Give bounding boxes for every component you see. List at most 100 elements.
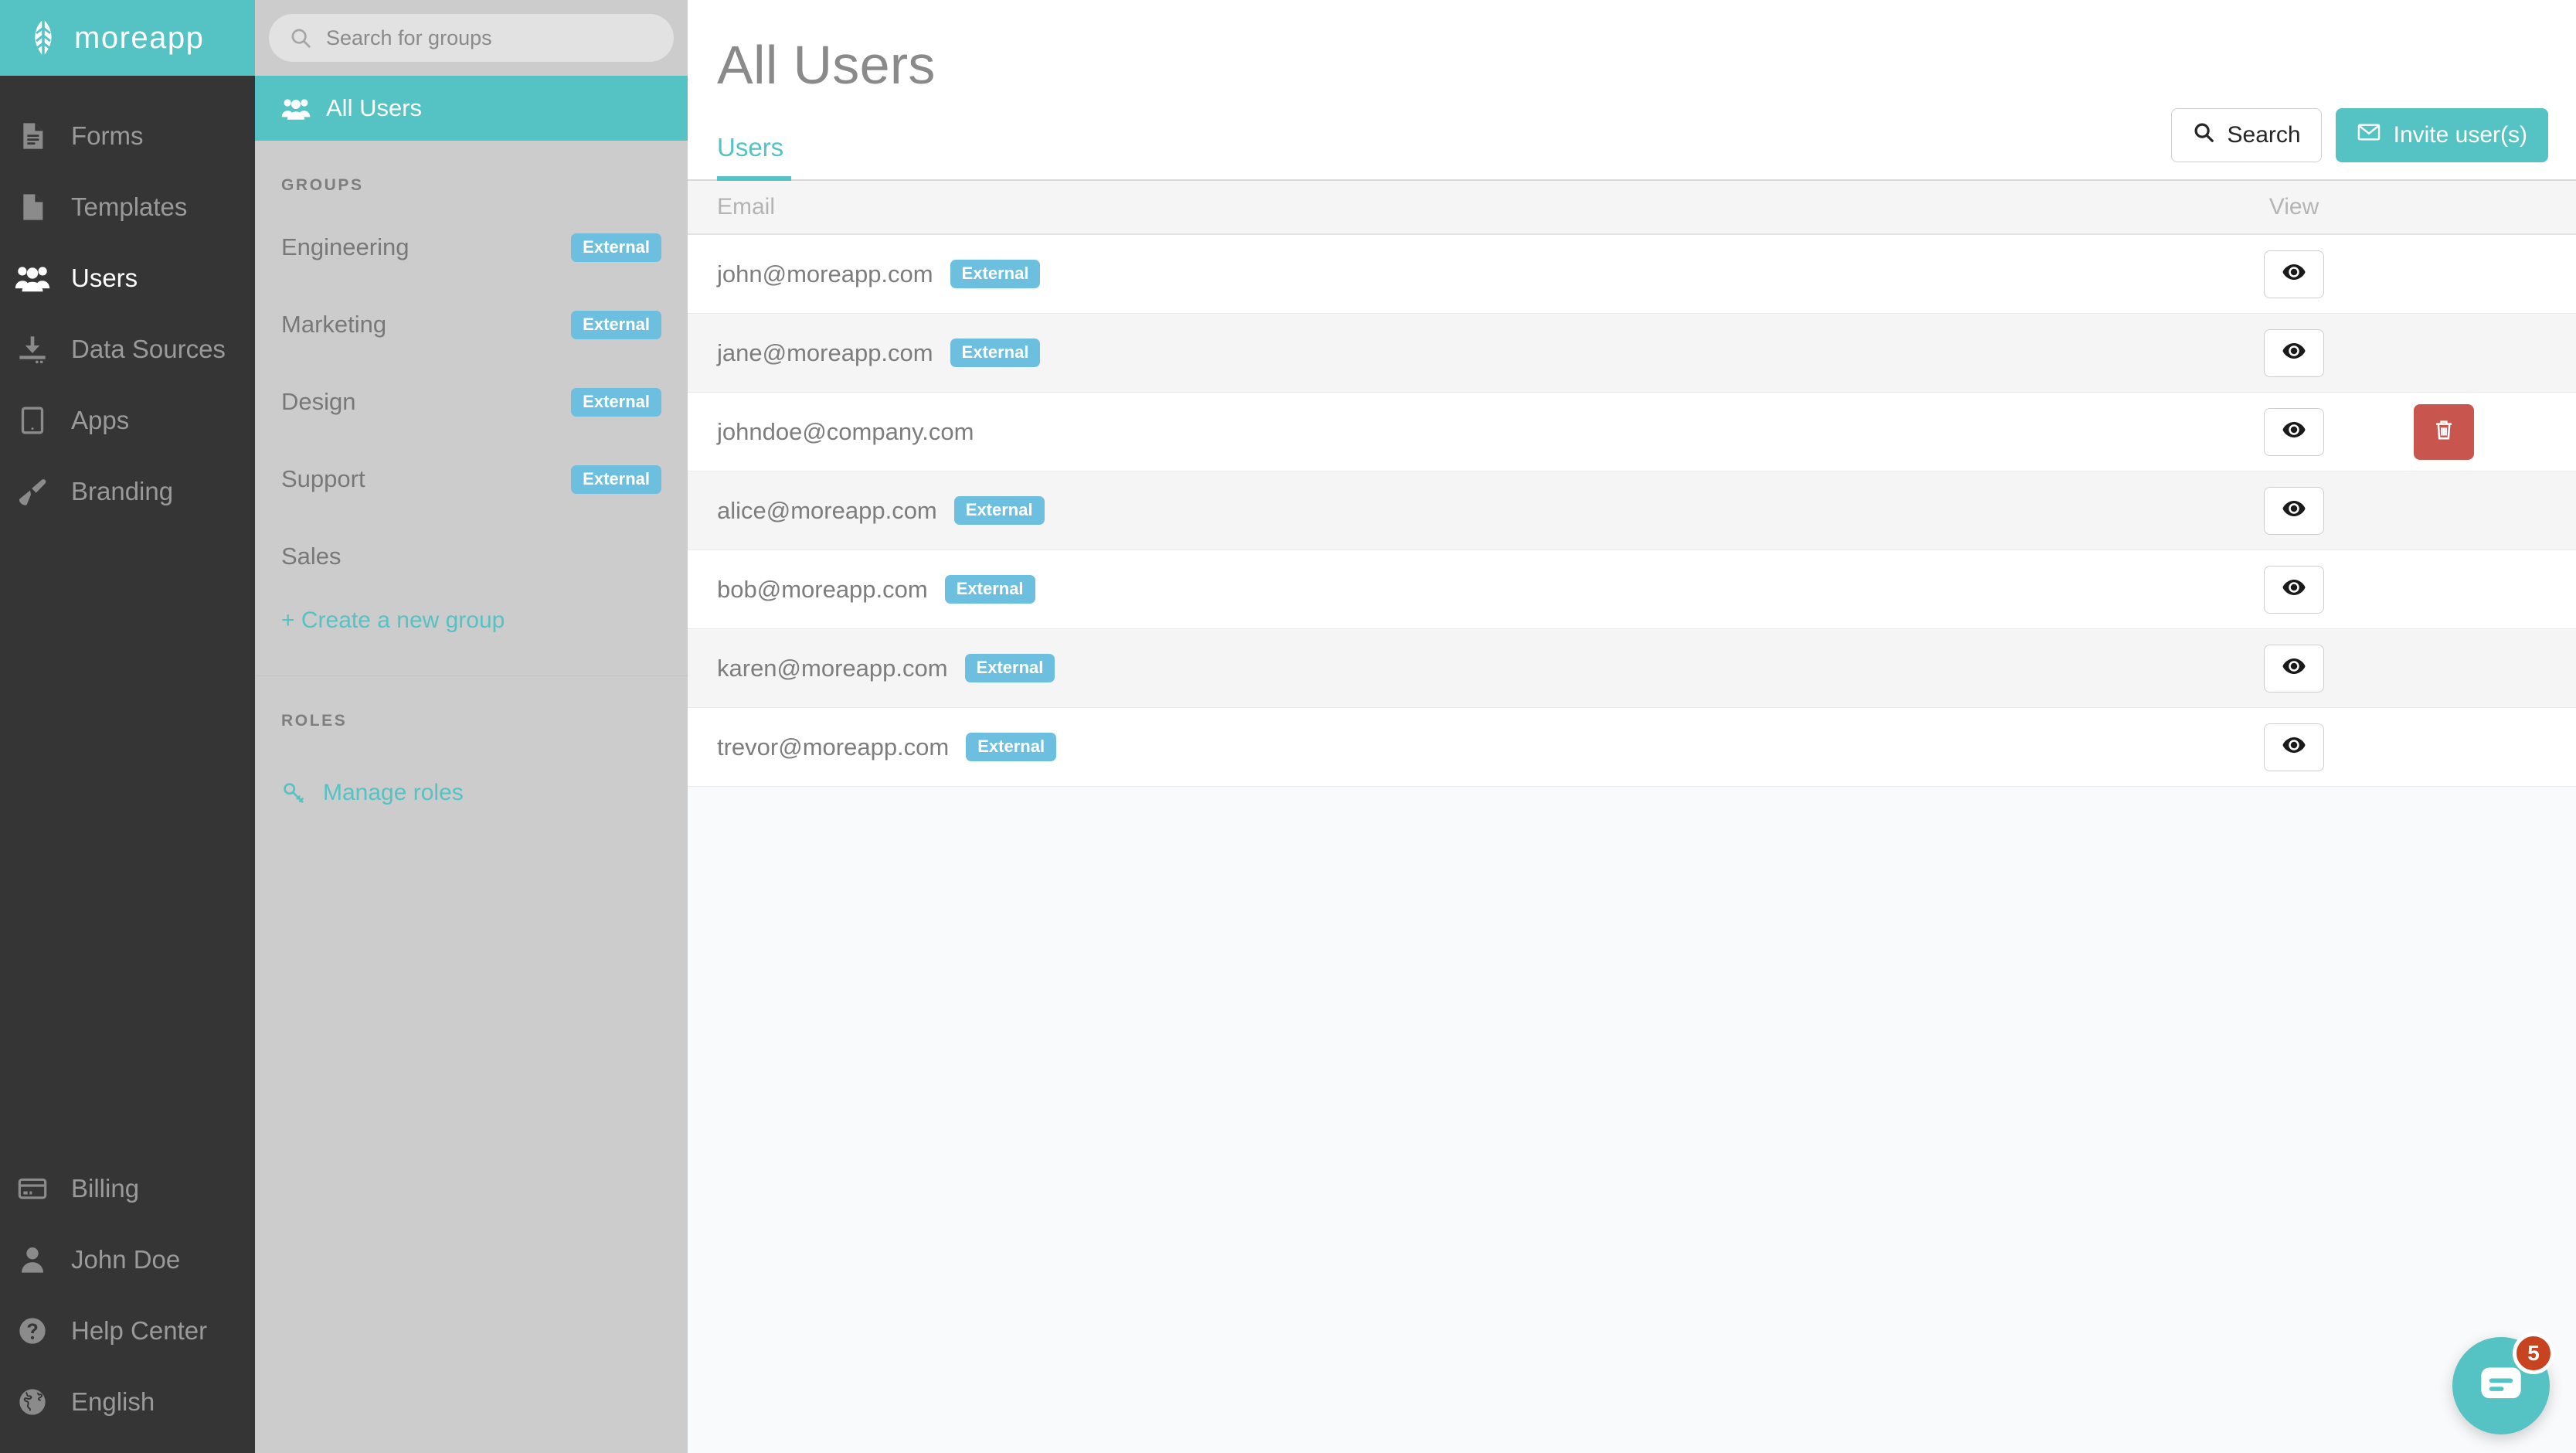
sidebar-item-language[interactable]: English — [0, 1366, 255, 1438]
main-content: All Users Users Search Invite user(s) Em… — [688, 0, 2576, 1453]
groups-search-input[interactable] — [326, 26, 654, 50]
email-text: karen@moreapp.com — [717, 654, 948, 682]
tab-list: Users — [717, 96, 792, 181]
table-row[interactable]: john@moreapp.com External — [688, 235, 2576, 314]
create-new-group-link[interactable]: + Create a new group — [255, 595, 688, 675]
status-badge: External — [953, 496, 1045, 525]
email-text: bob@moreapp.com — [717, 575, 928, 603]
cell-actions — [2414, 641, 2576, 696]
toolbar-actions: Search Invite user(s) — [2170, 108, 2548, 179]
view-user-button[interactable] — [2264, 644, 2324, 692]
cell-view — [2174, 328, 2414, 377]
cell-view — [2174, 486, 2414, 535]
group-name: Design — [281, 388, 356, 415]
document-lines-icon — [14, 121, 51, 151]
email-text: alice@moreapp.com — [717, 496, 937, 524]
users-group-icon — [14, 263, 51, 294]
page-title: All Users — [717, 35, 936, 95]
sidebar-secondary-items: Billing John Doe Help Center English — [0, 1153, 255, 1453]
cell-email: john@moreapp.com External — [688, 260, 2174, 288]
status-badge: External — [571, 464, 661, 494]
table-row[interactable]: alice@moreapp.com External — [688, 471, 2576, 550]
sidebar-item-label: Users — [71, 264, 138, 292]
group-item-marketing[interactable]: Marketing External — [255, 286, 688, 363]
sidebar-item-data-sources[interactable]: Data Sources — [0, 314, 255, 385]
group-item-sales[interactable]: Sales — [255, 518, 688, 595]
email-text: johndoe@company.com — [717, 417, 974, 445]
users-table: Email View john@moreapp.com External jan… — [688, 181, 2576, 1453]
sidebar-primary-items: Forms Templates Users Data Sources Apps … — [0, 76, 255, 527]
sidebar-item-account[interactable]: John Doe — [0, 1224, 255, 1295]
view-user-button[interactable] — [2264, 723, 2324, 771]
view-user-button[interactable] — [2264, 486, 2324, 535]
delete-user-button[interactable] — [2414, 403, 2474, 460]
search-button[interactable]: Search — [2170, 108, 2322, 162]
brand-header[interactable]: moreapp — [0, 0, 255, 76]
groups-item-all-users[interactable]: All Users — [255, 76, 688, 141]
manage-roles-link[interactable]: Manage roles — [255, 744, 688, 806]
eye-icon — [2282, 737, 2306, 757]
status-badge: External — [950, 260, 1041, 288]
sidebar-item-users[interactable]: Users — [0, 243, 255, 314]
groups-search-pill[interactable] — [269, 14, 674, 62]
chat-launcher-button[interactable]: 5 — [2452, 1332, 2554, 1434]
delete-placeholder — [2414, 247, 2474, 302]
cell-view — [2174, 723, 2414, 771]
sidebar-item-branding[interactable]: Branding — [0, 456, 255, 527]
group-item-engineering[interactable]: Engineering External — [255, 209, 688, 286]
view-user-button[interactable] — [2264, 407, 2324, 456]
users-group-icon — [281, 96, 311, 121]
document-icon — [14, 192, 51, 223]
roles-section-heading: ROLES — [281, 712, 348, 730]
sidebar-item-label: Data Sources — [71, 335, 226, 363]
delete-placeholder — [2414, 641, 2474, 696]
group-item-support[interactable]: Support External — [255, 441, 688, 518]
view-user-button[interactable] — [2264, 565, 2324, 614]
table-row[interactable]: trevor@moreapp.com External — [688, 708, 2576, 787]
globe-icon — [14, 1387, 51, 1417]
question-circle-icon — [14, 1315, 51, 1346]
status-badge: External — [571, 310, 661, 339]
table-header-row: Email View — [688, 181, 2576, 235]
chat-bubble-icon — [2479, 1366, 2523, 1406]
search-icon — [289, 26, 312, 49]
tabs-bar: Users Search Invite user(s) — [688, 96, 2576, 181]
cell-actions — [2414, 403, 2576, 460]
table-row[interactable]: bob@moreapp.com External — [688, 550, 2576, 629]
table-row[interactable]: johndoe@company.com — [688, 393, 2576, 471]
download-tray-icon — [14, 334, 51, 365]
delete-placeholder — [2414, 483, 2474, 539]
cell-email: bob@moreapp.com External — [688, 575, 2174, 604]
eye-icon — [2282, 658, 2306, 678]
search-button-label: Search — [2227, 122, 2301, 148]
tab-users[interactable]: Users — [717, 133, 792, 181]
paintbrush-icon — [14, 476, 51, 507]
cell-email: johndoe@company.com — [688, 418, 2174, 446]
brand-name: moreapp — [74, 20, 205, 55]
column-header-view: View — [2268, 194, 2319, 219]
group-item-design[interactable]: Design External — [255, 363, 688, 441]
invite-users-button[interactable]: Invite user(s) — [2335, 108, 2548, 162]
cell-view — [2174, 250, 2414, 298]
sidebar-item-apps[interactable]: Apps — [0, 385, 255, 456]
sidebar-item-label: Apps — [71, 406, 130, 434]
groups-section-heading: GROUPS — [281, 176, 364, 194]
table-row[interactable]: karen@moreapp.com External — [688, 629, 2576, 708]
tablet-icon — [14, 405, 51, 436]
email-text: john@moreapp.com — [717, 260, 933, 288]
group-name: Engineering — [281, 233, 410, 260]
delete-placeholder — [2414, 325, 2474, 381]
view-user-button[interactable] — [2264, 328, 2324, 377]
sidebar-item-label: John Doe — [71, 1245, 181, 1274]
group-name: Marketing — [281, 311, 387, 338]
table-row[interactable]: jane@moreapp.com External — [688, 314, 2576, 393]
sidebar-item-forms[interactable]: Forms — [0, 100, 255, 172]
status-badge: External — [571, 387, 661, 417]
sidebar-item-label: Templates — [71, 192, 188, 221]
column-header-email: Email — [717, 194, 776, 219]
sidebar-item-help-center[interactable]: Help Center — [0, 1295, 255, 1366]
view-user-button[interactable] — [2264, 250, 2324, 298]
sidebar-item-billing[interactable]: Billing — [0, 1153, 255, 1224]
sidebar-item-templates[interactable]: Templates — [0, 172, 255, 243]
